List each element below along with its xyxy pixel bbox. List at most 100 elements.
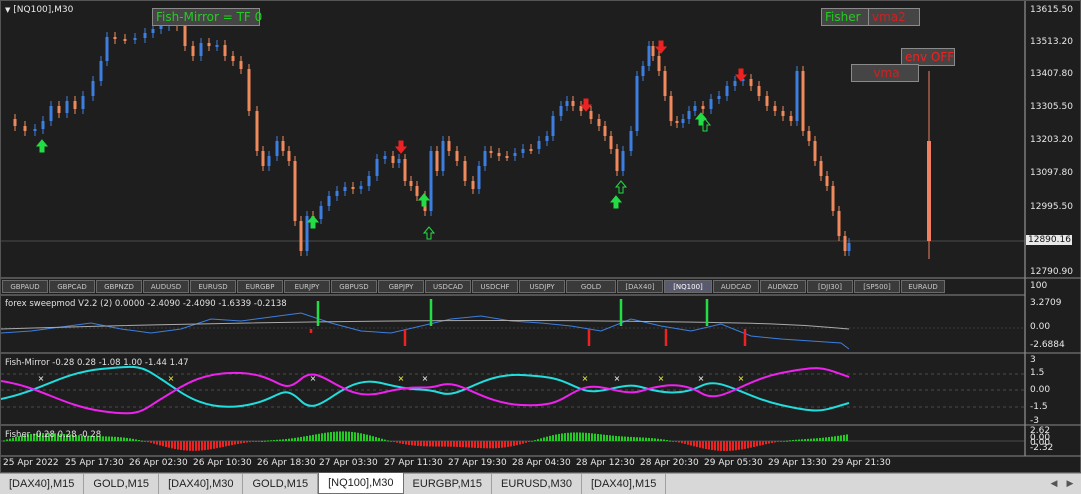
fisher-bar — [789, 440, 791, 442]
fisher-indicator-title: Fisher -0.28 0.28 -0.28 — [5, 430, 102, 440]
chart-window[interactable]: × × × × × × × × × × ▼ [NQ100],M30 Fish-Mirror = T… — [0, 0, 1081, 473]
chart-tab[interactable]: [DAX40],M30 — [159, 474, 244, 494]
fisher-bar — [735, 441, 737, 451]
candle-body — [615, 149, 619, 171]
symbol-button[interactable]: EURAUD — [901, 280, 945, 293]
chart-tab[interactable]: GOLD,M15 — [243, 474, 319, 494]
candle-body — [133, 38, 137, 40]
fish-cross-marker: × — [168, 374, 175, 383]
fisher-bar — [435, 441, 437, 447]
scroll-left-icon[interactable]: ◀ — [1047, 477, 1061, 491]
symbol-button[interactable]: USDJPY — [519, 280, 565, 293]
fisher-bar — [147, 441, 149, 443]
symbol-button[interactable]: EURUSD — [190, 280, 236, 293]
fisher-bar — [231, 441, 233, 446]
fisher-bar — [138, 440, 140, 442]
candle-body — [287, 151, 291, 161]
symbol-button[interactable]: USDCAD — [425, 280, 471, 293]
fisher-bar — [357, 432, 359, 441]
price-tick: 12790.90 — [1030, 267, 1073, 277]
chart-tab[interactable]: EURUSD,M30 — [492, 474, 582, 494]
fisher-bar — [522, 441, 524, 444]
fisher-bar — [744, 441, 746, 449]
fisher-bar — [285, 438, 287, 441]
symbol-button[interactable]: GBPUSD — [331, 280, 377, 293]
fisher-bar — [318, 433, 320, 441]
fisher-bar — [552, 435, 554, 441]
symbol-button[interactable]: [SP500] — [854, 280, 900, 293]
time-tick: 28 Apr 12:30 — [576, 458, 635, 468]
fisher-bar — [129, 438, 131, 441]
chart-tab[interactable]: [DAX40],M15 — [582, 474, 667, 494]
fisher-bar — [792, 440, 794, 442]
fisher-bar — [624, 436, 626, 441]
candle-body — [403, 159, 407, 181]
fisher-bar — [696, 441, 698, 448]
fisher-bar — [153, 441, 155, 444]
candle-body — [831, 186, 835, 211]
symbol-button[interactable]: [DAX40] — [617, 280, 663, 293]
chart-tab[interactable]: GOLD,M15 — [84, 474, 160, 494]
fisher-bar — [477, 441, 479, 449]
symbol-button[interactable]: EURJPY — [284, 280, 330, 293]
fisher-bar — [222, 441, 224, 447]
symbol-button[interactable]: GBPNZD — [96, 280, 142, 293]
scroll-right-icon[interactable]: ▶ — [1063, 477, 1077, 491]
candle-body — [693, 106, 697, 111]
fisher-bar — [828, 437, 830, 441]
candle-body — [215, 45, 219, 47]
fisher-bar — [453, 441, 455, 447]
symbol-button[interactable]: GBPJPY — [378, 280, 424, 293]
price-tick: 13615.50 — [1030, 5, 1073, 15]
fisher-bar — [3, 440, 5, 442]
candle-body — [183, 26, 187, 46]
price-tick: 13407.80 — [1030, 69, 1073, 79]
symbol-button[interactable]: AUDNZD — [760, 280, 806, 293]
candle-body — [635, 76, 639, 131]
fisher-bar — [834, 436, 836, 441]
fisher-bar — [597, 433, 599, 441]
symbol-button[interactable]: EURGBP — [237, 280, 283, 293]
fisher-bar — [408, 441, 410, 445]
candle-body — [807, 131, 811, 141]
fisher-bar — [483, 441, 485, 449]
fisher-bar — [108, 436, 110, 441]
symbol-button[interactable]: GBPAUD — [2, 280, 48, 293]
chart-canvas[interactable]: × × × × × × × × × × — [1, 1, 1081, 474]
fisher-bar — [627, 436, 629, 441]
fisher-bar — [363, 433, 365, 441]
symbol-button[interactable]: USDCHF — [472, 280, 518, 293]
chart-tab-active[interactable]: [NQ100],M30 — [318, 473, 404, 494]
fisher-bar — [654, 438, 656, 441]
fisher-bar — [345, 431, 347, 441]
candle-body — [795, 71, 799, 121]
fisher-bar — [705, 441, 707, 450]
fisher-bar — [450, 441, 452, 447]
symbol-button[interactable]: [DJI30] — [807, 280, 853, 293]
fisher-bar — [360, 433, 362, 441]
chart-menu-icon[interactable]: ▼ — [5, 6, 10, 14]
up-arrow-icon — [417, 193, 431, 207]
fisher-bar — [213, 441, 215, 449]
fisher-bar — [726, 441, 728, 451]
candle-body — [681, 119, 685, 123]
fisher-bar — [144, 441, 146, 442]
fisher-bar — [810, 438, 812, 441]
fisher-bar — [468, 441, 470, 448]
fish-cross-marker: × — [38, 374, 45, 383]
chart-tab[interactable]: [DAX40],M15 — [0, 474, 85, 494]
chart-tab[interactable]: EURGBP,M15 — [404, 474, 493, 494]
candle-body — [687, 111, 691, 119]
candle-body — [57, 106, 61, 113]
sweep-indicator-title: forex sweepmod V2.2 (2) 0.0000 -2.4090 -… — [5, 299, 287, 309]
symbol-button[interactable]: [NQ100] — [664, 280, 712, 293]
symbol-button[interactable]: GBPCAD — [49, 280, 95, 293]
symbol-button[interactable]: AUDUSD — [143, 280, 189, 293]
time-tick: 28 Apr 20:30 — [640, 458, 699, 468]
candle-body — [151, 29, 155, 33]
symbol-button[interactable]: AUDCAD — [713, 280, 759, 293]
candle-body — [477, 166, 481, 189]
fisher-bar — [258, 441, 260, 442]
symbol-button[interactable]: GOLD — [566, 280, 616, 293]
candle-body — [435, 151, 439, 171]
